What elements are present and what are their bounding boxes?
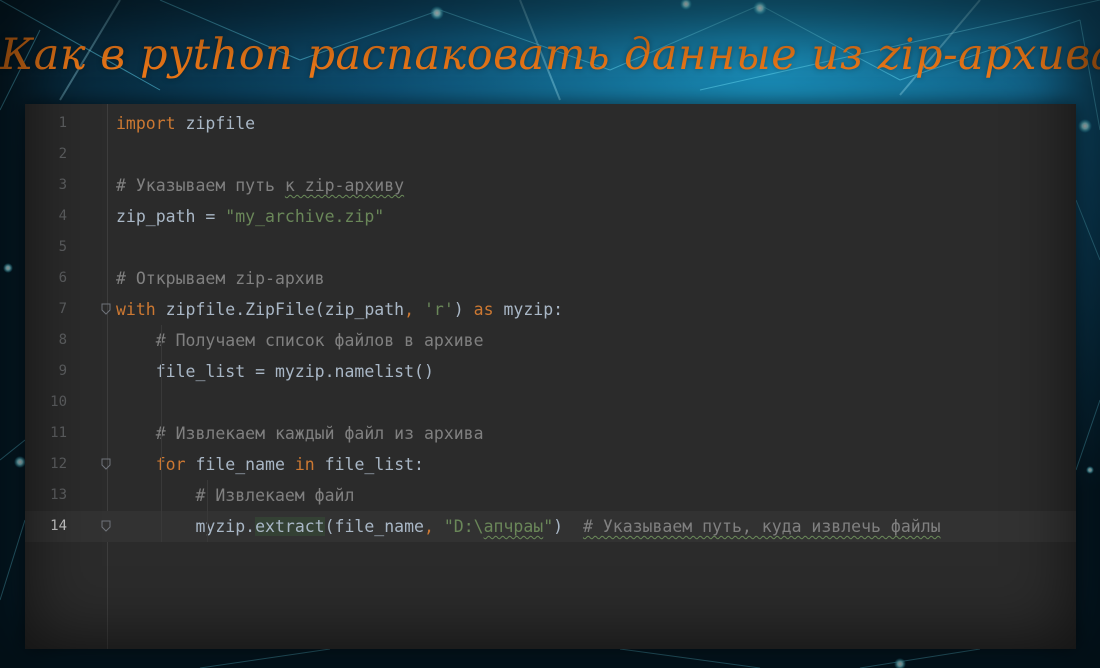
line-number: 5 [58, 239, 67, 255]
code-token: (file_name [324, 517, 424, 536]
code-line[interactable]: 3 # Указываем путь к zip-архиву [25, 170, 1076, 201]
code-token: ) [553, 517, 583, 536]
line-number: 8 [58, 332, 67, 348]
code-line[interactable]: 7 with zipfile.ZipFile(zip_path, 'r') as … [25, 294, 1076, 325]
code-token: zipfile [175, 114, 256, 133]
code-token: " [543, 517, 554, 536]
code-token: к zip-архиву [284, 176, 405, 195]
code-text: with zipfile.ZipFile(zip_path, 'r') as m… [116, 294, 563, 325]
code-line[interactable]: 11 # Извлекаем каждый файл из архива [25, 418, 1076, 449]
code-token: # Указываем путь [116, 176, 285, 195]
code-token: "D:\ [443, 517, 484, 536]
code-line[interactable]: 14 myzip.extract(file_name, "D:\апчраы")… [25, 511, 1076, 542]
code-line[interactable]: 5 [25, 232, 1076, 263]
code-text: myzip.extract(file_name, "D:\апчраы") # … [116, 511, 941, 542]
indent-guide [207, 480, 208, 542]
code-line[interactable]: 9 file_list = myzip.namelist() [25, 356, 1076, 387]
line-number: 6 [58, 270, 67, 286]
code-token: # Получаем список файлов в архиве [116, 331, 484, 350]
fold-marker-icon[interactable] [101, 303, 111, 315]
code-text: for file_name in file_list: [116, 449, 424, 480]
code-line[interactable]: 1 import zipfile [25, 108, 1076, 139]
code-text: # Извлекаем файл [116, 480, 354, 511]
line-number: 3 [58, 177, 67, 193]
code-line[interactable]: 12 for file_name in file_list: [25, 449, 1076, 480]
code-token: # Извлекаем файл [116, 486, 355, 505]
page-title: Как в python распаковать данные из zip-а… [0, 30, 1100, 80]
line-number: 9 [58, 363, 67, 379]
code-token: file_list: [314, 455, 424, 474]
code-token: 'r' [423, 300, 454, 319]
code-text: # Получаем список файлов в архиве [116, 325, 484, 356]
line-number: 1 [58, 115, 67, 131]
line-number: 7 [58, 301, 67, 317]
line-number: 10 [50, 394, 67, 410]
code-token: # Извлекаем каждый файл из архива [116, 424, 484, 443]
code-lines[interactable]: 1 import zipfile 2 3 # Указываем путь к zip-… [25, 108, 1076, 542]
code-token: # Указываем путь, куда извлечь файлы [582, 517, 941, 536]
code-token: # Открываем zip-архив [116, 269, 325, 288]
code-line[interactable]: 6 # Открываем zip-архив [25, 263, 1076, 294]
line-number: 4 [58, 208, 67, 224]
code-token: zip_path = [116, 207, 226, 226]
code-token: zipfile.ZipFile(zip_path [155, 300, 405, 319]
code-text: # Указываем путь к zip-архиву [116, 170, 404, 201]
code-token: import [116, 114, 176, 133]
code-token: file_list = myzip.namelist() [116, 362, 434, 381]
line-number: 13 [50, 487, 67, 503]
code-token: апчраы [483, 517, 544, 536]
code-token: as [473, 300, 494, 319]
code-token: ) [453, 300, 474, 319]
code-line[interactable]: 10 [25, 387, 1076, 418]
code-text: import zipfile [116, 108, 255, 139]
line-number: 11 [50, 425, 67, 441]
line-number: 14 [50, 518, 67, 534]
code-token: myzip: [493, 300, 564, 319]
code-token: file_name [185, 455, 295, 474]
code-line[interactable]: 4 zip_path = "my_archive.zip" [25, 201, 1076, 232]
code-token: extract [255, 517, 325, 536]
code-token: , [404, 300, 424, 319]
code-token: "my_archive.zip" [225, 207, 385, 226]
fold-marker-icon[interactable] [101, 520, 111, 532]
code-line[interactable]: 2 [25, 139, 1076, 170]
code-text: # Извлекаем каждый файл из архива [116, 418, 484, 449]
code-token: in [294, 455, 315, 474]
code-token: with [116, 300, 156, 319]
line-number: 2 [58, 146, 67, 162]
code-line[interactable]: 13 # Извлекаем файл [25, 480, 1076, 511]
line-number: 12 [50, 456, 67, 472]
code-text: zip_path = "my_archive.zip" [116, 201, 384, 232]
code-text: file_list = myzip.namelist() [116, 356, 434, 387]
indent-guide [161, 325, 162, 542]
code-line[interactable]: 8 # Получаем список файлов в архиве [25, 325, 1076, 356]
code-editor[interactable]: 1 import zipfile 2 3 # Указываем путь к zip-… [25, 104, 1076, 649]
fold-marker-icon[interactable] [101, 458, 111, 470]
code-text: # Открываем zip-архив [116, 263, 325, 294]
code-token: myzip. [116, 517, 256, 536]
code-token: , [423, 517, 444, 536]
